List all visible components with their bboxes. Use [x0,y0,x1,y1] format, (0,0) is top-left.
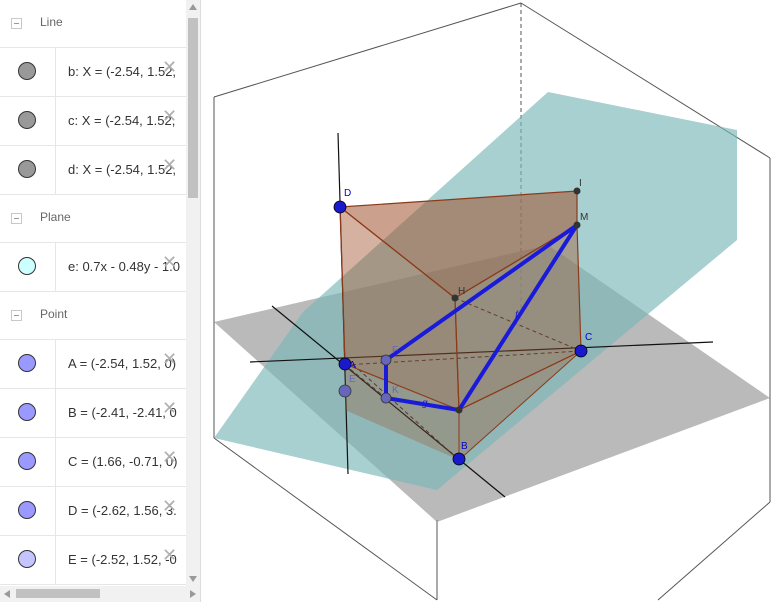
delete-icon[interactable]: ✕ [162,253,177,271]
algebra-row-A[interactable]: A = (-2.54, 1.52, 0) ✕ [0,340,186,389]
delete-icon[interactable]: ✕ [162,497,177,515]
delete-icon[interactable]: ✕ [162,58,177,76]
algebra-row-c[interactable]: c: X = (-2.54, 1.52, ✕ [0,97,186,146]
group-label-point: Point [40,307,68,321]
group-label-plane: Plane [40,210,71,224]
collapse-line-icon[interactable] [11,18,22,29]
algebra-row-e[interactable]: e: 0.7x - 0.48y - 1.0 ✕ [0,243,186,292]
visibility-cell [0,146,56,194]
visibility-toggle-E[interactable] [18,550,36,568]
vertical-scroll-thumb[interactable] [188,18,198,198]
group-header-point[interactable]: Point [0,292,186,340]
visibility-toggle-C[interactable] [18,452,36,470]
label-M: M [580,212,588,223]
visibility-cell [0,97,56,145]
label-C: C [585,332,592,343]
algebra-list: Line b: X = (-2.54, 1.52, ✕ c: X = (-2.5… [0,0,186,585]
visibility-toggle-d[interactable] [18,160,36,178]
visibility-cell [0,438,56,486]
group-header-plane[interactable]: Plane [0,195,186,243]
algebra-row-B[interactable]: B = (-2.41, -2.41, 0 ✕ [0,389,186,438]
visibility-toggle-b[interactable] [18,62,36,80]
label-A: A [349,360,356,371]
label-F: F [392,345,398,356]
algebra-row-E[interactable]: E = (-2.52, 1.52, -0 ✕ [0,536,186,585]
label-D: D [344,188,351,199]
visibility-cell [0,243,56,291]
horizontal-scrollbar[interactable] [0,586,200,602]
scroll-left-icon[interactable] [4,590,10,598]
label-I: I [579,178,582,189]
delete-icon[interactable]: ✕ [162,399,177,417]
algebra-view: Line b: X = (-2.54, 1.52, ✕ c: X = (-2.5… [0,0,201,602]
visibility-toggle-c[interactable] [18,111,36,129]
label-g: g [422,398,428,409]
visibility-cell [0,536,56,584]
graphics-3d-view[interactable]: D A E C B F K I M H f g [201,0,778,602]
group-label-line: Line [40,15,63,29]
algebra-row-b[interactable]: b: X = (-2.54, 1.52, ✕ [0,48,186,97]
scroll-down-icon[interactable] [189,576,197,582]
visibility-cell [0,340,56,388]
visibility-cell [0,487,56,535]
delete-icon[interactable]: ✕ [162,448,177,466]
collapse-point-icon[interactable] [11,310,22,321]
algebra-row-D[interactable]: D = (-2.62, 1.56, 3. ✕ [0,487,186,536]
label-K: K [392,385,399,396]
algebra-row-d[interactable]: d: X = (-2.54, 1.52, ✕ [0,146,186,195]
algebra-row-C[interactable]: C = (1.66, -0.71, 0) ✕ [0,438,186,487]
collapse-plane-icon[interactable] [11,213,22,224]
delete-icon[interactable]: ✕ [162,350,177,368]
visibility-toggle-D[interactable] [18,501,36,519]
delete-icon[interactable]: ✕ [162,156,177,174]
scene-canvas[interactable]: D A E C B F K I M H f g [201,0,778,602]
label-E: E [349,374,356,385]
label-B: B [461,441,468,452]
scroll-right-icon[interactable] [190,590,196,598]
scroll-up-icon[interactable] [189,4,197,10]
delete-icon[interactable]: ✕ [162,107,177,125]
group-header-line[interactable]: Line [0,0,186,48]
vertical-scrollbar[interactable] [186,0,200,586]
visibility-cell [0,48,56,96]
horizontal-scroll-thumb[interactable] [16,589,100,598]
label-H: H [458,286,465,297]
visibility-toggle-A[interactable] [18,354,36,372]
delete-icon[interactable]: ✕ [162,546,177,564]
visibility-cell [0,389,56,437]
visibility-toggle-e[interactable] [18,257,36,275]
visibility-toggle-B[interactable] [18,403,36,421]
